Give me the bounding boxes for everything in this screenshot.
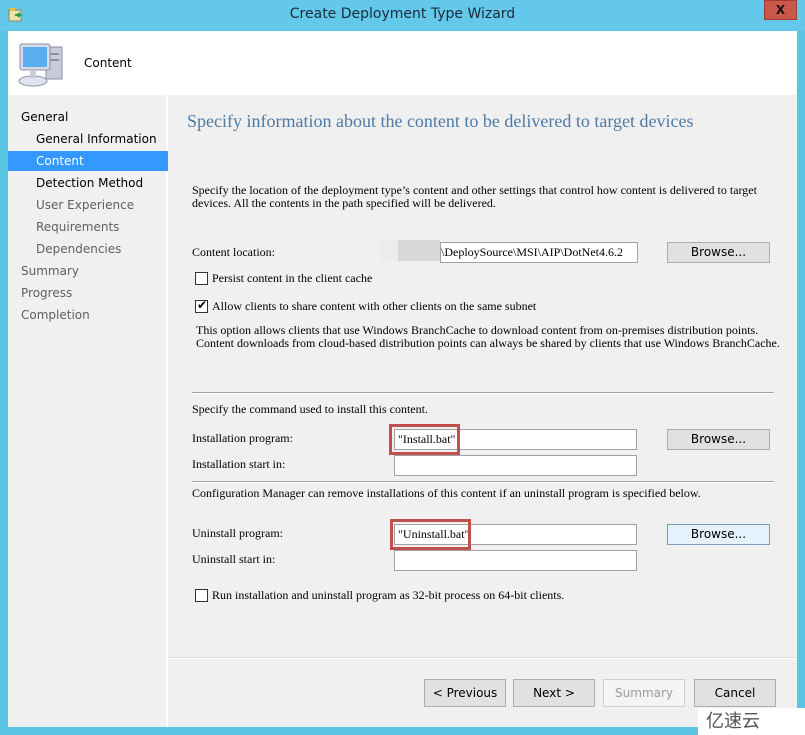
installation-start-in-label: Installation start in: [192,457,286,471]
cancel-button[interactable]: Cancel [694,679,776,707]
nav-item-summary[interactable]: Summary [8,261,168,281]
close-button[interactable]: X [764,0,797,20]
allow-share-checkbox[interactable]: ✔ [195,298,208,313]
wizard-client-area: Content General General Information Cont… [8,31,797,727]
nav-item-general[interactable]: General [8,107,168,127]
nav-item-dependencies[interactable]: Dependencies [8,239,168,259]
highlight-box-install [389,424,460,455]
summary-button[interactable]: Summary [603,679,685,707]
allow-share-label[interactable]: Allow clients to share content with othe… [212,299,536,314]
installation-start-in-input[interactable] [394,455,637,476]
footer-divider [170,657,797,659]
redacted-path-prefix [380,240,440,261]
run-32bit-checkbox[interactable] [195,589,208,602]
nav-item-user-experience[interactable]: User Experience [8,195,168,215]
nav-item-completion[interactable]: Completion [8,305,168,325]
nav-item-general-information[interactable]: General Information [8,129,168,149]
wizard-nav-sidebar: General General Information Content Dete… [8,95,168,727]
installation-program-label: Installation program: [192,431,293,445]
nav-item-requirements[interactable]: Requirements [8,217,168,237]
page-heading: Specify information about the content to… [187,111,694,131]
uninstall-program-browse-button[interactable]: Browse... [667,524,770,545]
nav-item-content[interactable]: Content [8,151,168,171]
content-location-input[interactable]: \DeploySource\MSI\AIP\DotNet4.6.2 [440,242,638,263]
wizard-window: Create Deployment Type Wizard X Content … [0,0,805,735]
wizard-header: Content [8,31,797,95]
uninstall-section-label: Configuration Manager can remove install… [192,486,701,500]
checkmark-icon: ✔ [197,298,208,312]
watermark-logo: 亿速云 [698,708,805,735]
uninstall-start-in-input[interactable] [394,550,637,571]
section-divider [192,392,774,394]
content-location-browse-button[interactable]: Browse... [667,242,770,263]
highlight-box-uninstall [390,519,471,550]
next-button[interactable]: Next > [513,679,595,707]
install-section-label: Specify the command used to install this… [192,402,428,416]
previous-button[interactable]: < Previous [424,679,506,707]
computer-icon [18,43,63,87]
section-divider [192,481,774,483]
nav-item-detection-method[interactable]: Detection Method [8,173,168,193]
branchcache-note: This option allows clients that use Wind… [196,324,780,350]
header-title: Content [84,56,132,70]
content-location-label: Content location: [192,245,275,259]
persist-cache-label[interactable]: Persist content in the client cache [212,271,372,286]
wizard-page-content: Specify information about the content to… [170,95,797,727]
nav-item-progress[interactable]: Progress [8,283,168,303]
title-bar[interactable]: Create Deployment Type Wizard X [0,0,805,31]
branchcache-note-line-2: Content downloads from cloud-based distr… [196,336,780,350]
uninstall-start-in-label: Uninstall start in: [192,552,276,566]
uninstall-program-label: Uninstall program: [192,526,283,540]
page-description: Specify the location of the deployment t… [192,183,757,210]
window-title: Create Deployment Type Wizard [289,6,516,22]
persist-cache-checkbox[interactable] [195,272,208,285]
run-32bit-label[interactable]: Run installation and uninstall program a… [212,588,564,603]
installation-program-browse-button[interactable]: Browse... [667,429,770,450]
